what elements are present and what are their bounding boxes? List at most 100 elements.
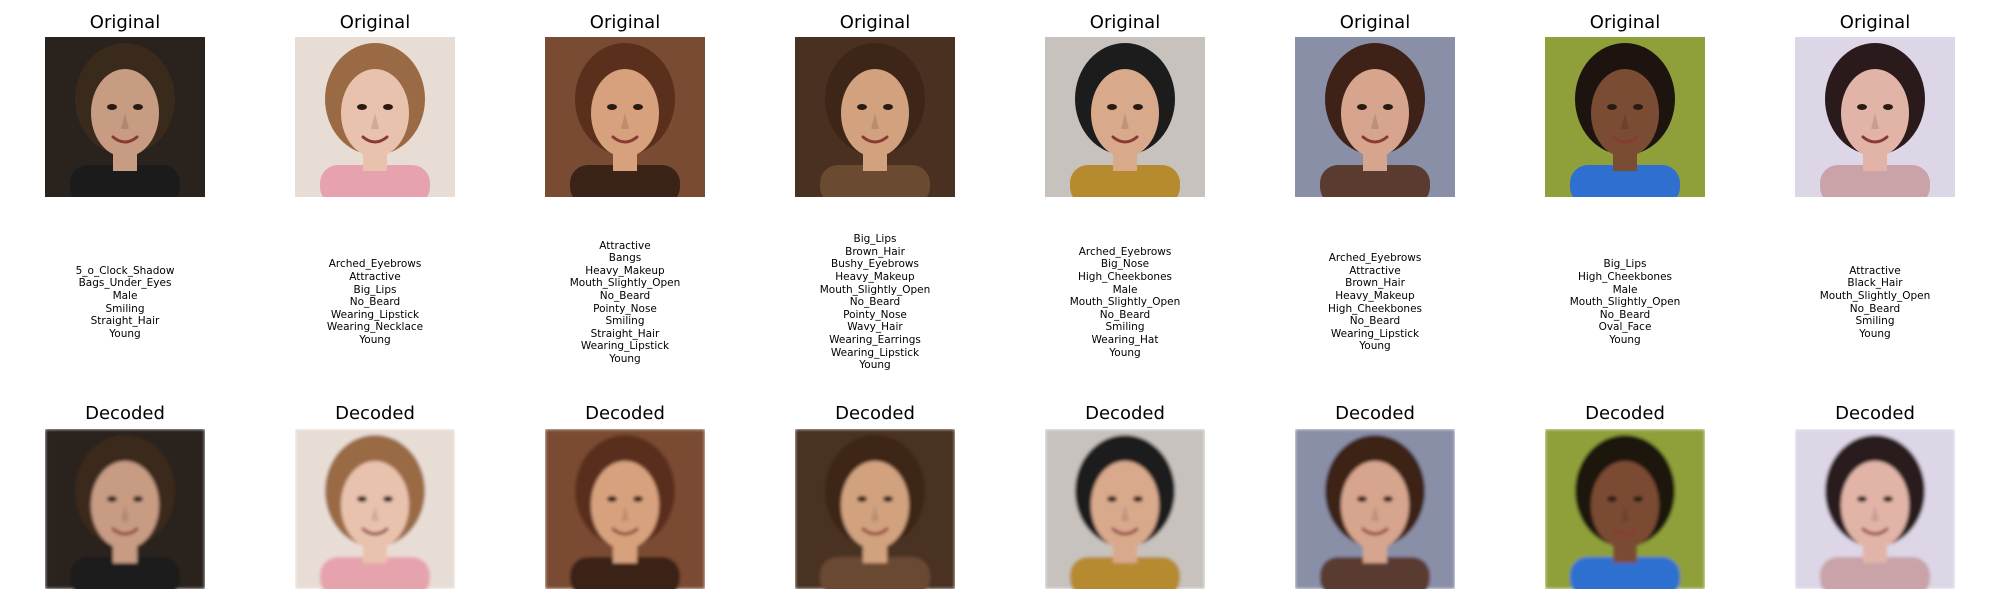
sample-column: Original 5_o_Clock_Shadow Bags_Under_Eyes M… [0,0,250,600]
left-eye [357,496,367,502]
attribute-label: Young [1609,333,1641,346]
attribute-label: Brown_Hair [1345,277,1405,290]
attribute-label: Young [1109,346,1141,359]
attribute-label: High_Cheekbones [1577,271,1673,284]
attribute-label: Big_Lips [853,233,897,246]
decoded-title: Decoded [1835,403,1915,424]
attribute-label: Mouth_Slightly_Open [1569,296,1681,309]
sample-column: Original Attractive Bangs Heavy_Makeup Mouth… [500,0,750,600]
attribute-label: Attractive [349,271,401,284]
attribute-list: Arched_Eyebrows Big_Nose High_Cheekbones Ma… [1000,215,1250,390]
attribute-list: Attractive Black_Hair Mouth_Slightly_Open N… [1750,215,2000,390]
left-eye [857,104,867,110]
attribute-label: Young [1359,340,1391,353]
attribute-label: Straight_Hair [590,327,660,340]
decoded-title: Decoded [335,403,415,424]
attribute-label: Young [1859,327,1891,340]
sample-column: Original Big_Lips High_Cheekbones Male Mouth… [1500,0,1750,600]
attribute-label: No_Beard [1849,302,1901,315]
decoded-title: Decoded [1335,403,1415,424]
left-eye [607,496,617,502]
left-eye [1357,496,1367,502]
right-eye [883,496,893,502]
attribute-label: Attractive [599,239,651,252]
left-eye [357,104,367,110]
attribute-label: No_Beard [849,296,901,309]
attribute-label: Smiling [605,315,645,328]
attribute-label: Wearing_Lipstick [830,346,920,359]
attribute-label: Arched_Eyebrows [1328,252,1422,265]
right-eye [883,104,893,110]
decoded-face-image [1545,429,1705,589]
right-eye [1133,496,1143,502]
sample-column: Original Arched_Eyebrows Big_Nose High_Chee… [1000,0,1250,600]
right-eye [633,496,643,502]
original-title: Original [839,12,911,33]
sample-column: Original Big_Lips Brown_Hair Bushy_Eyebrows… [750,0,1000,600]
reconstruction-grid: Original 5_o_Clock_Shadow Bags_Under_Eyes M… [0,0,2000,600]
attribute-label: Young [609,352,641,365]
attribute-label: Heavy_Makeup [1335,289,1415,302]
right-eye [133,496,143,502]
attribute-label: Smiling [105,302,145,315]
original-title: Original [89,12,161,33]
attribute-label: Heavy_Makeup [585,264,665,277]
attribute-label: Male [112,289,138,302]
attribute-label: Wearing_Lipstick [580,340,670,353]
right-eye [1383,104,1393,110]
attribute-list: Arched_Eyebrows Attractive Big_Lips No_Bear… [250,215,500,390]
left-eye [857,496,867,502]
right-eye [633,104,643,110]
attribute-label: Smiling [1855,315,1895,328]
attribute-label: 5_o_Clock_Shadow [75,264,175,277]
original-face-image [1545,37,1705,197]
right-eye [1633,104,1643,110]
original-face-image [295,37,455,197]
attribute-label: Mouth_Slightly_Open [819,283,931,296]
attribute-label: High_Cheekbones [1327,302,1423,315]
attribute-list: Big_Lips Brown_Hair Bushy_Eyebrows Heavy_Ma… [750,215,1000,390]
left-eye [1607,104,1617,110]
decoded-face-image [1295,429,1455,589]
original-face-image [795,37,955,197]
right-eye [133,104,143,110]
left-eye [1857,104,1867,110]
attribute-label: No_Beard [1599,308,1651,321]
left-eye [1107,104,1117,110]
attribute-label: Pointy_Nose [843,308,907,321]
decoded-face-image [45,429,205,589]
right-eye [1883,496,1893,502]
sample-column: Original Arched_Eyebrows Attractive Big_Lip… [250,0,500,600]
attribute-label: Mouth_Slightly_Open [1069,296,1181,309]
sample-column: Original Arched_Eyebrows Attractive Brown_H… [1250,0,1500,600]
decoded-title: Decoded [835,403,915,424]
attribute-label: Wearing_Lipstick [1330,327,1420,340]
attribute-label: Bushy_Eyebrows [831,258,919,271]
attribute-label: No_Beard [349,296,401,309]
attribute-label: Young [359,333,391,346]
right-eye [383,104,393,110]
attribute-label: Wavy_Hair [847,321,903,334]
attribute-label: Male [1612,283,1638,296]
attribute-label: Wearing_Lipstick [330,308,420,321]
attribute-label: Attractive [1349,264,1401,277]
attribute-label: No_Beard [1099,308,1151,321]
attribute-label: Black_Hair [1847,277,1903,290]
original-title: Original [1589,12,1661,33]
attribute-label: Attractive [1849,264,1901,277]
attribute-label: Mouth_Slightly_Open [569,277,681,290]
left-eye [1357,104,1367,110]
original-title: Original [339,12,411,33]
attribute-label: No_Beard [599,289,651,302]
decoded-title: Decoded [85,403,165,424]
original-title: Original [1339,12,1411,33]
attribute-label: Bags_Under_Eyes [78,277,172,290]
attribute-label: Mouth_Slightly_Open [1819,289,1931,302]
attribute-label: Wearing_Necklace [326,321,424,334]
attribute-label: Straight_Hair [90,315,160,328]
decoded-face-image [795,429,955,589]
attribute-list: Attractive Bangs Heavy_Makeup Mouth_Slightl… [500,215,750,390]
original-face-image [1795,37,1955,197]
sample-column: Original Attractive Black_Hair Mouth_Slight… [1750,0,2000,600]
attribute-label: Big_Nose [1100,258,1150,271]
